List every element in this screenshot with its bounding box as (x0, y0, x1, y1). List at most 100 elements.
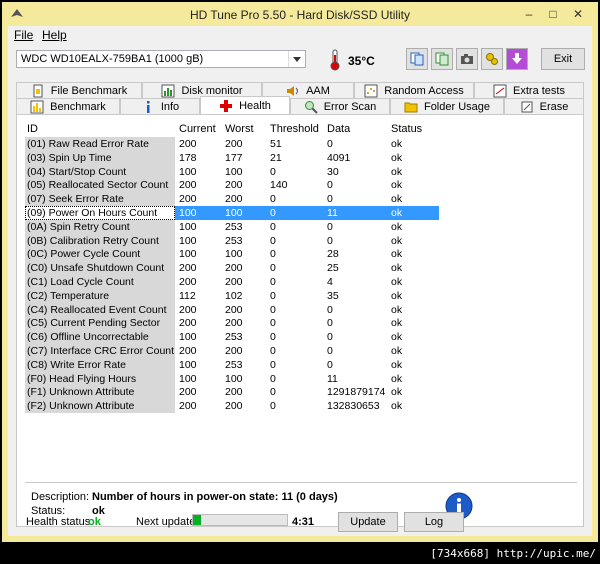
cell-id: (05) Reallocated Sector Count (27, 179, 169, 192)
smart-table[interactable]: ID Current Worst Threshold Data Status (… (25, 121, 577, 457)
table-row[interactable]: (C1) Load Cycle Count 200 200 0 4 ok (25, 275, 577, 289)
tab-folder-usage[interactable]: Folder Usage (390, 98, 504, 114)
table-row[interactable]: (0B) Calibration Retry Count 100 253 0 0 ok (25, 233, 577, 248)
exit-button[interactable]: Exit (541, 48, 585, 70)
minimize-button[interactable]: – (520, 6, 538, 22)
table-row[interactable]: (F1) Unknown Attribute 200 200 0 1291879174 o… (25, 385, 577, 400)
tab-label: Erase (539, 100, 569, 113)
table-row[interactable]: (F2) Unknown Attribute 200 200 0 132830653 ok (25, 399, 577, 413)
table-row[interactable]: (05) Reallocated Sector Count 200 200 140 0 o… (25, 178, 577, 193)
cell-id: (C7) Interface CRC Error Count (27, 345, 175, 357)
save-button[interactable] (506, 48, 528, 70)
cell-data: 0 (327, 193, 333, 206)
column-header-id[interactable]: ID (27, 123, 38, 135)
cell-id: (C8) Write Error Rate (27, 358, 126, 371)
cell-worst: 200 (225, 386, 243, 399)
cell-status: ok (391, 289, 403, 302)
table-row[interactable]: (0A) Spin Retry Count 100 253 0 0 ok (25, 219, 577, 234)
column-header-status[interactable]: Status (391, 123, 422, 135)
copy-info-button[interactable] (406, 48, 428, 70)
tab-random-access[interactable]: Random Access (354, 82, 474, 98)
tab-label: Benchmark (50, 100, 106, 113)
cell-worst: 253 (225, 331, 243, 344)
cell-id: (F2) Unknown Attribute (27, 400, 135, 413)
table-row[interactable]: (0C) Power Cycle Count 100 100 0 28 ok (25, 247, 577, 262)
column-header-worst[interactable]: Worst (225, 123, 254, 135)
cell-current: 100 (179, 234, 197, 247)
cell-id: (F0) Head Flying Hours (27, 372, 137, 385)
tab-benchmark[interactable]: Benchmark (16, 98, 120, 114)
cell-threshold: 0 (270, 331, 276, 344)
cell-worst: 100 (225, 207, 243, 219)
disk-monitor-icon (161, 84, 175, 97)
tab-info[interactable]: Info (120, 98, 200, 114)
cell-worst: 177 (225, 151, 243, 164)
table-row[interactable]: (07) Seek Error Rate 200 200 0 0 ok (25, 192, 577, 206)
column-header-current[interactable]: Current (179, 123, 216, 135)
cell-status: ok (391, 234, 403, 247)
table-row[interactable]: (C8) Write Error Rate 100 253 0 0 ok (25, 357, 577, 372)
cell-id: (C6) Offline Uncorrectable (27, 331, 149, 344)
extra-tests-icon (493, 84, 507, 97)
close-button[interactable]: ✕ (568, 6, 588, 22)
screenshot-button[interactable] (456, 48, 478, 70)
tab-erase[interactable]: Erase (504, 98, 584, 114)
cell-data: 4 (327, 276, 333, 288)
table-row[interactable]: (C5) Current Pending Sector 200 200 0 0 ok (25, 316, 577, 331)
cell-status: ok (391, 400, 403, 413)
status-bar: Health status: ok Next update: 4:31 Upda… (8, 506, 592, 536)
title-bar[interactable]: HD Tune Pro 5.50 - Hard Disk/SSD Utility… (2, 2, 598, 26)
table-row[interactable]: (C2) Temperature 112 102 0 35 ok (25, 288, 577, 303)
cell-id: (C4) Reallocated Event Count (27, 303, 167, 316)
cell-status: ok (391, 358, 403, 371)
maximize-button[interactable]: □ (544, 6, 562, 22)
table-row[interactable]: (01) Raw Read Error Rate 200 200 51 0 ok (25, 137, 577, 151)
column-header-data[interactable]: Data (327, 123, 350, 135)
tab-extra-tests[interactable]: Extra tests (474, 82, 584, 98)
menu-help[interactable]: Help (42, 28, 67, 42)
cell-data: 11 (327, 207, 338, 219)
table-row[interactable]: (C6) Offline Uncorrectable 100 253 0 0 ok (25, 330, 577, 344)
tab-label: Health (239, 99, 271, 112)
cell-worst: 253 (225, 234, 243, 247)
copy-text-button[interactable] (431, 48, 453, 70)
tab-file-benchmark[interactable]: File Benchmark (16, 82, 142, 98)
table-row[interactable]: (09) Power On Hours Count 100 100 0 11 ok (25, 206, 577, 220)
options-button[interactable] (481, 48, 503, 70)
cell-status: ok (391, 262, 403, 275)
table-row[interactable]: (C0) Unsafe Shutdown Count 200 200 0 25 ok (25, 261, 577, 275)
cell-worst: 200 (225, 317, 243, 330)
cell-status: ok (391, 138, 403, 150)
cell-data: 0 (327, 179, 333, 192)
device-select[interactable]: WDC WD10EALX-759BA1 (1000 gB) (16, 50, 306, 68)
cell-data: 0 (327, 317, 333, 330)
screenshot-icon (461, 54, 473, 64)
cell-threshold: 0 (270, 289, 276, 302)
update-button[interactable]: Update (338, 512, 398, 532)
cell-status: ok (391, 248, 403, 261)
cell-threshold: 0 (270, 207, 276, 219)
cell-threshold: 0 (270, 193, 276, 206)
copy-text-icon (435, 52, 449, 66)
tab-error-scan[interactable]: Error Scan (290, 98, 390, 114)
log-button[interactable]: Log (404, 512, 464, 532)
tab-health[interactable]: Health (200, 96, 290, 114)
benchmark-icon (30, 100, 44, 113)
cell-threshold: 0 (270, 345, 276, 357)
table-row[interactable]: (F0) Head Flying Hours 100 100 0 11 ok (25, 371, 577, 386)
cell-status: ok (391, 331, 403, 344)
menu-bar: File Help (8, 26, 592, 44)
table-row[interactable]: (C4) Reallocated Event Count 200 200 0 0 ok (25, 302, 577, 317)
cell-worst: 200 (225, 179, 243, 192)
tab-label: Extra tests (513, 84, 565, 97)
column-header-threshold[interactable]: Threshold (270, 123, 319, 135)
table-row[interactable]: (C7) Interface CRC Error Count 200 200 0 0 ok (25, 344, 577, 358)
menu-file[interactable]: File (14, 28, 33, 42)
next-update-label: Next update: (136, 516, 199, 528)
table-row[interactable]: (04) Start/Stop Count 100 100 0 30 ok (25, 164, 577, 179)
cell-status: ok (391, 207, 403, 219)
table-row[interactable]: (03) Spin Up Time 178 177 21 4091 ok (25, 150, 577, 165)
divider (25, 482, 577, 483)
chevron-down-icon[interactable] (288, 51, 305, 67)
cell-id: (C0) Unsafe Shutdown Count (27, 262, 165, 275)
